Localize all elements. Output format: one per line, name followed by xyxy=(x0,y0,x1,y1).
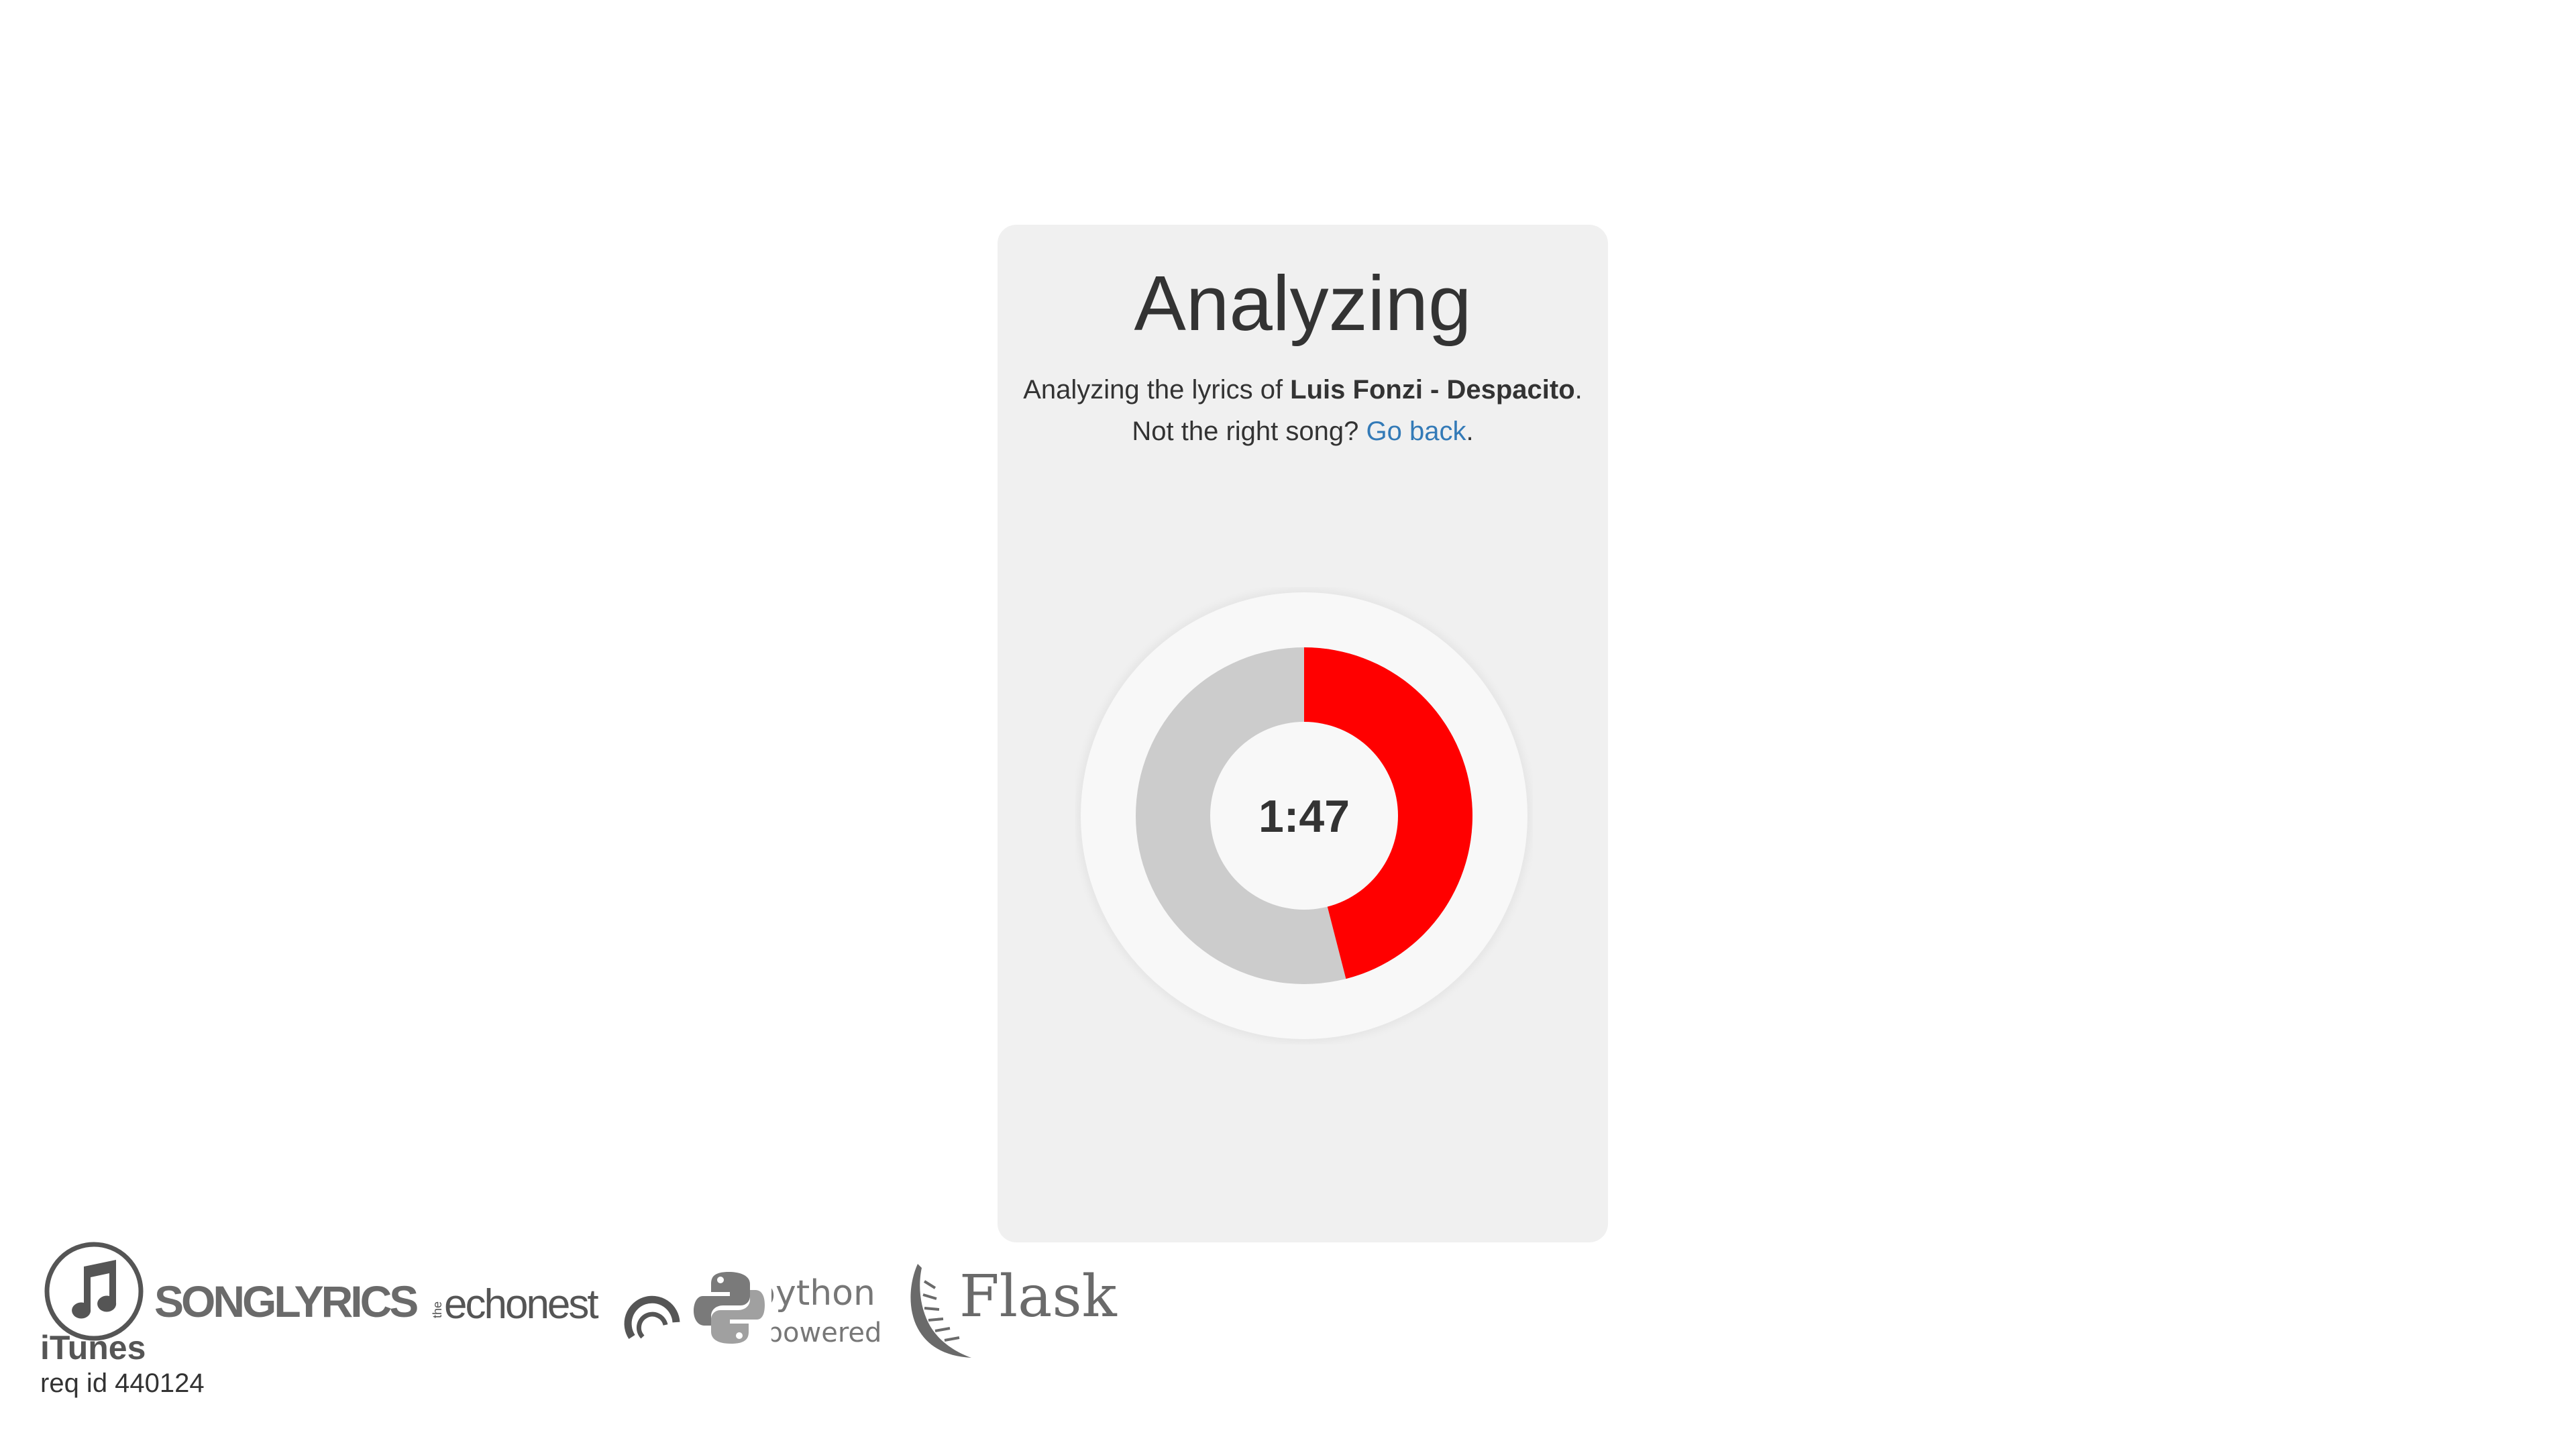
analysis-description: Analyzing the lyrics of Luis Fonzi - Des… xyxy=(998,369,1608,452)
songlyrics-logo: SONGLYRICS xyxy=(154,1277,420,1326)
flask-logo-text: Flask xyxy=(959,1268,1118,1330)
request-id: req id 440124 xyxy=(40,1368,205,1398)
description-prefix: Analyzing the lyrics of xyxy=(1023,375,1291,405)
wrong-song-suffix: . xyxy=(1466,417,1474,447)
wrong-song-prompt: Not the right song? xyxy=(1132,417,1366,447)
echonest-arc-icon xyxy=(624,1295,680,1340)
analyzing-card: Analyzing Analyzing the lyrics of Luis F… xyxy=(998,225,1608,1242)
footer-credits: iTunes SONGLYRICS the echonest python po… xyxy=(40,1241,1181,1402)
countdown-time: 1:47 xyxy=(1258,791,1350,842)
go-back-link[interactable]: Go back xyxy=(1366,417,1466,446)
songlyrics-label: SONGLYRICS xyxy=(154,1277,417,1326)
countdown-dial: 1:47 xyxy=(1077,588,1532,1043)
python-powered-text: python powered xyxy=(771,1273,881,1348)
itunes-label: iTunes xyxy=(40,1329,146,1366)
page-title: Analyzing xyxy=(1134,260,1472,347)
song-name: Luis Fonzi - Despacito xyxy=(1290,375,1575,405)
python-snakes-icon xyxy=(694,1272,765,1344)
powered-label: powered xyxy=(771,1318,881,1348)
echonest-prefix: the xyxy=(431,1301,444,1318)
description-suffix: . xyxy=(1574,375,1582,405)
python-label: python xyxy=(771,1273,875,1313)
itunes-note-icon xyxy=(44,1242,144,1341)
echonest-label: echonest xyxy=(444,1281,598,1328)
flask-label: Flask xyxy=(959,1268,1118,1330)
